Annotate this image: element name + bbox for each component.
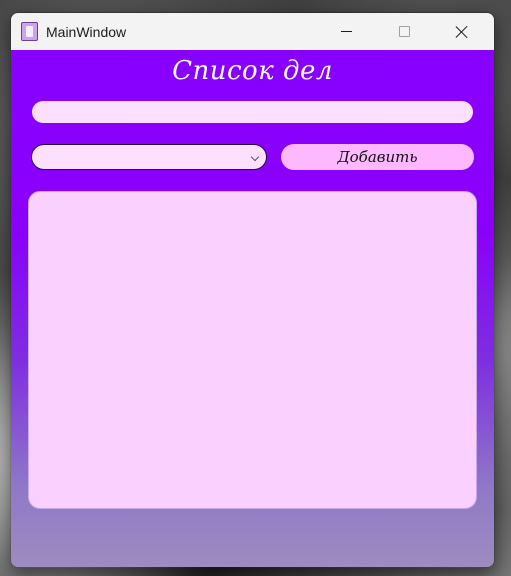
category-select[interactable] [31, 144, 267, 170]
minimize-button[interactable] [317, 13, 375, 50]
client-area: Список дел Добавить [11, 50, 494, 567]
task-input[interactable] [32, 101, 473, 123]
minimize-icon [340, 31, 352, 32]
chevron-down-icon [250, 152, 260, 162]
maximize-button[interactable] [375, 13, 433, 50]
title-bar[interactable]: MainWindow [11, 13, 494, 50]
window-title: MainWindow [46, 23, 127, 40]
app-icon [21, 22, 38, 41]
close-button[interactable] [433, 13, 491, 50]
page-title: Список дел [172, 56, 333, 86]
add-button[interactable]: Добавить [281, 144, 474, 170]
maximize-icon [398, 26, 410, 37]
close-icon [455, 25, 469, 39]
task-list[interactable] [28, 191, 477, 509]
main-window: MainWindow Список дел Добавить [10, 12, 495, 568]
